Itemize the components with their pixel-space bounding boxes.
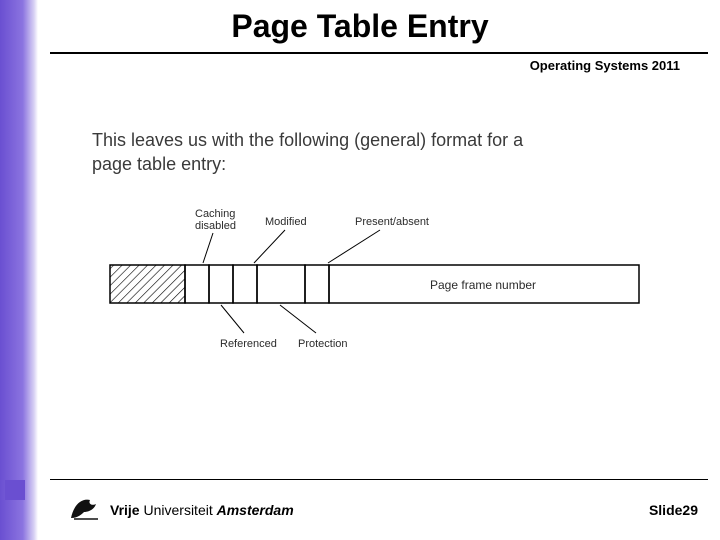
body-line-2: page table entry:: [92, 154, 226, 174]
slide-num: 29: [682, 502, 698, 518]
label-caching-2: disabled: [195, 220, 236, 232]
body-text: This leaves us with the following (gener…: [92, 128, 680, 177]
label-present: Present/absent: [355, 216, 429, 228]
page-title: Page Table Entry: [0, 8, 720, 45]
label-modified: Modified: [265, 216, 307, 228]
footer-university: Vrije Universiteit Amsterdam: [110, 502, 294, 518]
field-modified: [233, 265, 257, 303]
label-caching-1: Caching: [195, 208, 235, 220]
slide: Page Table Entry Operating Systems 2011 …: [0, 0, 720, 540]
label-referenced: Referenced: [220, 338, 277, 350]
field-referenced: [209, 265, 233, 303]
field-present: [305, 265, 329, 303]
field-caching: [185, 265, 209, 303]
griffin-logo-icon: [68, 494, 102, 522]
uni-word-1: Vrije: [110, 502, 140, 518]
field-unused: [110, 265, 185, 303]
sidebar-gradient: [0, 0, 38, 540]
field-protection: [257, 265, 305, 303]
rule-bottom: [50, 479, 708, 480]
uni-word-2: Universiteit: [143, 502, 212, 518]
course-subtitle: Operating Systems 2011: [530, 58, 680, 73]
label-protection: Protection: [298, 338, 348, 350]
pte-figure: Caching disabled Modified Present/absent: [80, 205, 670, 365]
uni-word-3: Amsterdam: [217, 502, 294, 518]
rule-top: [50, 52, 708, 54]
slide-word: Slide: [649, 502, 682, 518]
sidebar-square: [5, 480, 25, 500]
footer-slide-number: Slide29: [649, 502, 698, 518]
label-frame: Page frame number: [430, 278, 536, 292]
body-line-1: This leaves us with the following (gener…: [92, 130, 523, 150]
